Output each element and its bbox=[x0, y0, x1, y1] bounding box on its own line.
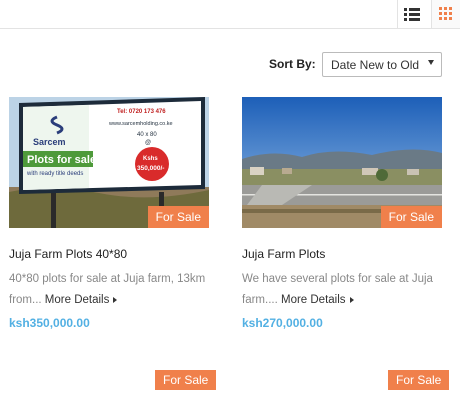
list-view-button[interactable] bbox=[397, 0, 426, 28]
caret-right-icon bbox=[349, 296, 354, 303]
billboard-size: 40 x 80 bbox=[137, 132, 157, 138]
for-sale-badge: For Sale bbox=[388, 370, 450, 390]
listing-card: For Sale Juja Farm Plots We have several… bbox=[242, 97, 442, 330]
listing-description-line: farm.... bbox=[242, 294, 278, 306]
listing-price: ksh270,000.00 bbox=[242, 316, 323, 330]
sort-select[interactable]: Date New to Old bbox=[322, 52, 442, 77]
more-details-link[interactable]: More Details bbox=[281, 294, 346, 306]
listing-description: 40*80 plots for sale at Juja farm, 13km … bbox=[9, 269, 224, 311]
for-sale-badge: For Sale bbox=[380, 206, 442, 228]
more-details-link[interactable]: More Details bbox=[45, 294, 110, 306]
billboard-price-label: Kshs bbox=[143, 156, 158, 162]
listing-card: Sarcem Plots for sale with ready title d… bbox=[9, 97, 209, 330]
sort-selected-value: Date New to Old bbox=[331, 58, 420, 72]
caret-right-icon bbox=[113, 296, 118, 303]
chevron-down-icon bbox=[428, 60, 434, 65]
listing-photo[interactable]: Sarcem Plots for sale with ready title d… bbox=[9, 97, 209, 228]
for-sale-badge: For Sale bbox=[147, 206, 209, 228]
listing-photo[interactable]: For Sale bbox=[242, 97, 442, 228]
billboard-phone: Tel: 0720 173 476 bbox=[117, 109, 166, 115]
view-toolbar bbox=[0, 0, 460, 29]
listing-title[interactable]: Juja Farm Plots 40*80 bbox=[9, 247, 127, 261]
listing-price: ksh350,000.00 bbox=[9, 316, 90, 330]
listing-description: We have several plots for sale at Juja f… bbox=[242, 269, 457, 311]
billboard-website: www.sarcemholding.co.ke bbox=[108, 121, 173, 127]
listing-description-line: 40*80 plots for sale at Juja farm, 13km bbox=[9, 273, 206, 285]
billboard-headline: Plots for sale bbox=[27, 154, 96, 166]
billboard-brand: Sarcem bbox=[33, 137, 66, 147]
listing-description-line: from... bbox=[9, 294, 42, 306]
for-sale-badge: For Sale bbox=[155, 370, 217, 390]
billboard-subheadline: with ready title deeds bbox=[26, 171, 83, 177]
listing-description-line: We have several plots for sale at Juja bbox=[242, 273, 433, 285]
billboard-at: @ bbox=[145, 140, 151, 146]
listing-title[interactable]: Juja Farm Plots bbox=[242, 247, 325, 261]
grid-view-button[interactable] bbox=[431, 0, 460, 28]
list-view-icon bbox=[404, 8, 420, 21]
billboard-price: 350,000/- bbox=[137, 165, 164, 172]
grid-view-icon bbox=[439, 7, 452, 20]
sort-by-label: Sort By: bbox=[269, 57, 316, 71]
